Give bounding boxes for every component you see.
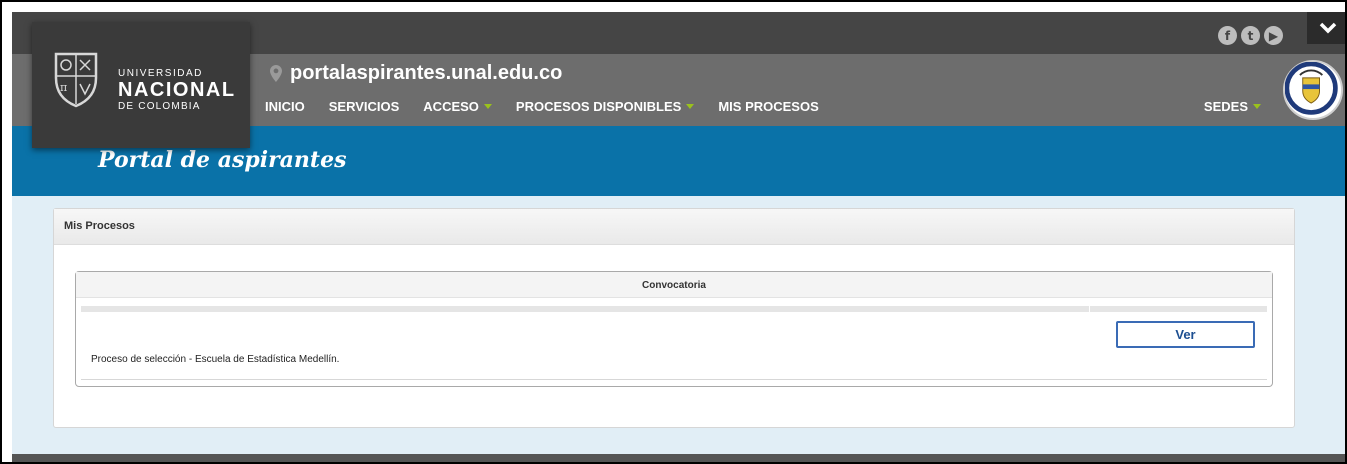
youtube-icon[interactable]: ▶ xyxy=(1264,26,1283,45)
nav-item-procesos-disponibles[interactable]: PROCESOS DISPONIBLES xyxy=(516,99,695,114)
browser-page: f t ▶ portalaspirantes.unal.edu.co INICI… xyxy=(0,0,1347,464)
panel-title: Mis Procesos xyxy=(54,209,1294,245)
social-links: f t ▶ xyxy=(1218,26,1283,45)
svg-text:π: π xyxy=(60,81,67,94)
caret-down-icon xyxy=(1253,104,1261,109)
table-row: Proceso de selección - Escuela de Estadí… xyxy=(91,354,340,365)
page-title: Portal de aspirantes xyxy=(98,147,347,173)
nav-item-sedes[interactable]: SEDES xyxy=(1204,99,1261,114)
site-domain[interactable]: portalaspirantes.unal.edu.co xyxy=(270,62,562,85)
page-footer xyxy=(12,454,1345,462)
mis-procesos-panel: Mis Procesos Convocatoria Ver Proceso de… xyxy=(53,208,1295,428)
university-logo[interactable]: π UNIVERSIDAD NACIONAL DE COLOMBIA xyxy=(32,22,250,148)
caret-down-icon xyxy=(483,104,492,109)
colombia-coat-of-arms-logo[interactable] xyxy=(1283,60,1343,120)
shield-icon: π xyxy=(54,52,98,108)
convocatoria-table: Convocatoria Ver Proceso de selección - … xyxy=(75,271,1273,387)
nav-item-mis-procesos[interactable]: MIS PROCESOS xyxy=(718,99,818,114)
chevron-down-icon xyxy=(1319,22,1337,34)
main-content: Mis Procesos Convocatoria Ver Proceso de… xyxy=(12,196,1345,454)
nav-menu: INICIO SERVICIOS ACCESO PROCESOS DISPONI… xyxy=(265,99,819,114)
facebook-icon[interactable]: f xyxy=(1218,26,1237,45)
divider xyxy=(81,379,1267,380)
ver-button[interactable]: Ver xyxy=(1116,321,1255,348)
caret-down-icon xyxy=(686,104,695,109)
collapse-toggle-button[interactable] xyxy=(1307,12,1345,44)
coat-of-arms-icon xyxy=(1284,61,1338,115)
domain-text: portalaspirantes.unal.edu.co xyxy=(290,62,563,84)
table-header-convocatoria: Convocatoria xyxy=(76,272,1272,298)
university-name: UNIVERSIDAD NACIONAL DE COLOMBIA xyxy=(118,68,236,112)
table-subheader xyxy=(81,306,1267,312)
nav-item-acceso[interactable]: ACCESO xyxy=(423,99,492,114)
nav-item-servicios[interactable]: SERVICIOS xyxy=(329,99,400,114)
twitter-icon[interactable]: t xyxy=(1241,26,1260,45)
nav-item-inicio[interactable]: INICIO xyxy=(265,99,305,114)
location-pin-icon xyxy=(270,65,282,82)
